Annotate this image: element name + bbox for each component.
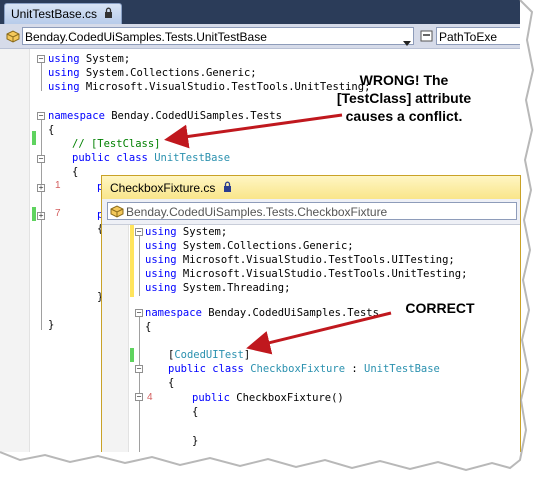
torn-paper-edge [0,0,535,492]
